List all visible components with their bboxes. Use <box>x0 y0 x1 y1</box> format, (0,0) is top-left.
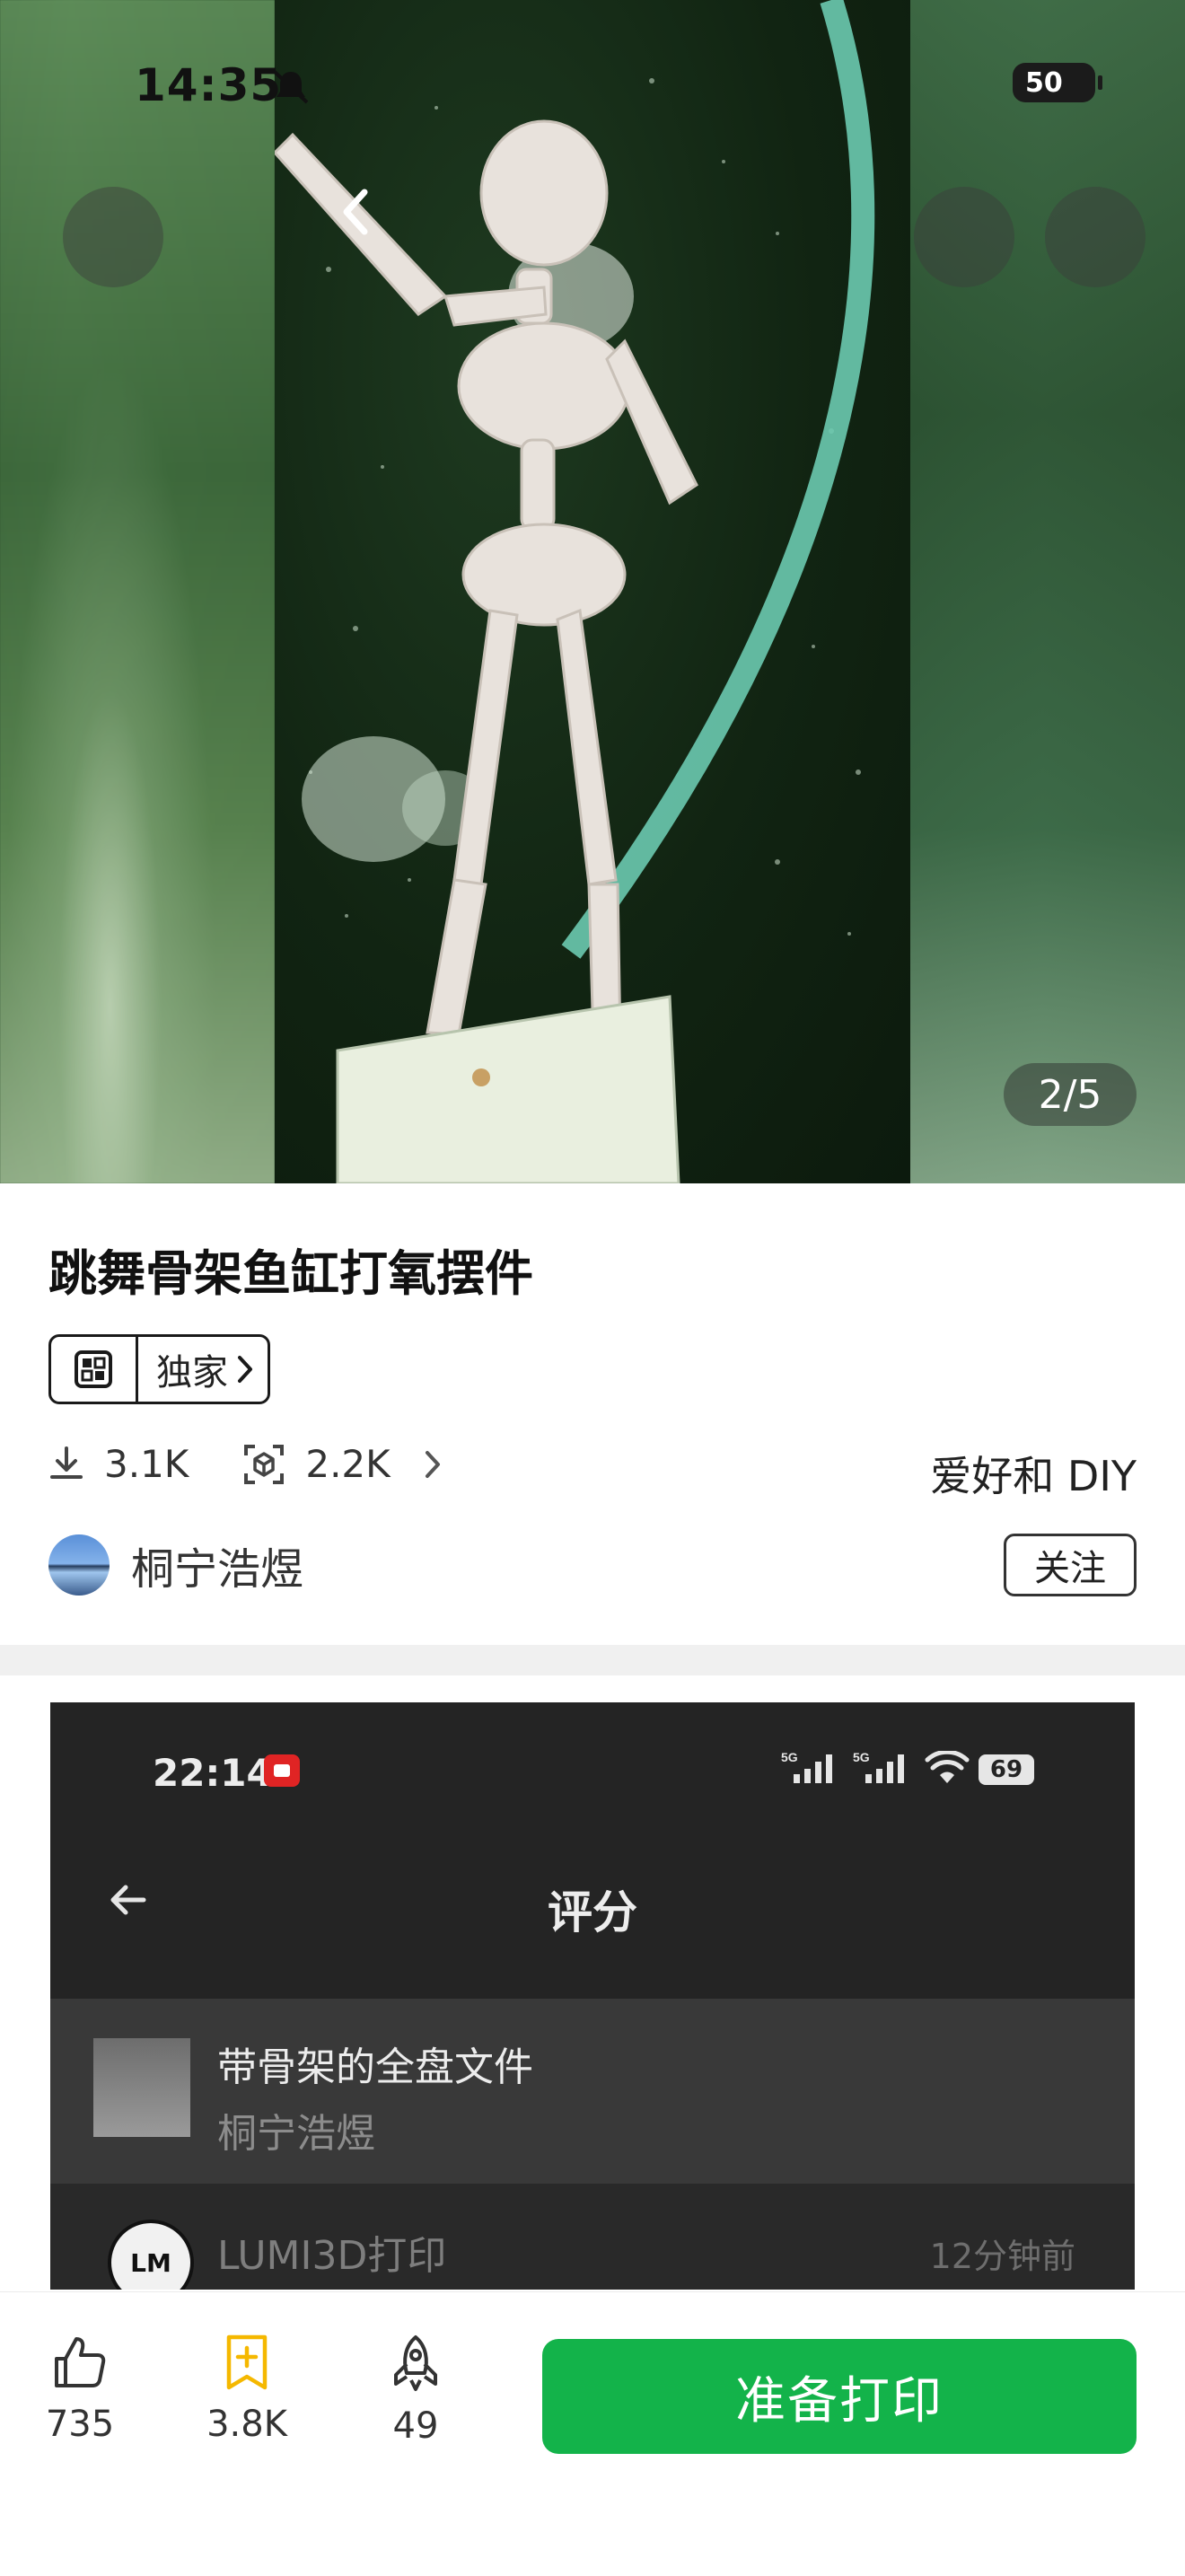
boost-button[interactable]: 49 <box>348 2334 483 2447</box>
chevron-right-icon <box>425 1450 440 1478</box>
status-time: 14:35 <box>135 59 283 111</box>
network-label-2: 5G <box>853 1750 870 1764</box>
collect-button[interactable]: 3.8K <box>180 2334 314 2445</box>
model-category[interactable]: 爱好和 DIY <box>930 1444 1137 1503</box>
bottom-action-bar: 735 3.8K 49 准备打印 <box>0 2291 1185 2576</box>
cube-pattern-icon <box>75 1350 112 1388</box>
battery-indicator: 50 <box>1013 63 1102 102</box>
5g-signal-icon: 5G <box>853 1750 904 1783</box>
prepare-print-button[interactable]: 准备打印 <box>542 2339 1137 2454</box>
wifi-icon <box>925 1751 970 1783</box>
embedded-status-indicators: 5G 5G 69 <box>781 1749 1034 1785</box>
model-stats: 3.1K 2.2K <box>48 1442 443 1486</box>
description-screenshot: 22:14 5G 5G 69 评分 带骨架的全盘文件 桐宁浩煜 LM LUMI3… <box>50 1702 1135 2290</box>
download-icon <box>50 1446 83 1479</box>
hero-blur-right <box>910 0 1185 1183</box>
back-arrow-icon <box>343 189 368 235</box>
exclusive-tag[interactable]: 独家 <box>48 1334 270 1404</box>
rocket-icon <box>394 2335 437 2391</box>
embedded-page-title: 评分 <box>548 1886 637 1939</box>
hero-blur-left <box>0 0 275 1183</box>
embedded-file-name: 带骨架的全盘文件 <box>217 2044 533 2090</box>
skeleton-photo-art <box>275 0 875 1183</box>
download-count-value: 3.1K <box>104 1442 189 1486</box>
follow-button[interactable]: 关注 <box>1004 1534 1137 1596</box>
embedded-commenter-name: LUMI3D打印 <box>217 2233 447 2279</box>
more-options-button[interactable] <box>1045 187 1146 287</box>
back-button[interactable] <box>63 187 368 287</box>
thumbs-up-icon <box>55 2337 106 2387</box>
carousel-page-indicator: 2/5 <box>1004 1063 1137 1126</box>
commenter-logo: LM <box>108 2220 194 2290</box>
5g-signal-icon: 5G <box>781 1750 832 1783</box>
share-button[interactable] <box>914 187 1014 287</box>
embedded-file-row: 带骨架的全盘文件 桐宁浩煜 <box>50 1999 1135 2184</box>
bookmark-add-icon <box>226 2334 268 2390</box>
network-label-1: 5G <box>781 1750 798 1764</box>
embedded-battery: 69 <box>979 1754 1034 1785</box>
download-count: 3.1K <box>48 1442 189 1486</box>
chevron-right-icon <box>238 1356 252 1383</box>
model-title: 跳舞骨架鱼缸打氧摆件 <box>48 1245 533 1302</box>
tag-label: 独家 <box>156 1352 228 1394</box>
embedded-comment-row: LM LUMI3D打印 12分钟前 <box>50 2184 1135 2290</box>
embedded-comment-time: 12分钟前 <box>929 2237 1075 2276</box>
screen-record-icon <box>264 1754 300 1787</box>
embedded-file-author: 桐宁浩煜 <box>217 2111 375 2157</box>
collect-count: 3.8K <box>206 2404 287 2445</box>
embedded-file-thumbnail <box>93 2038 190 2137</box>
boost-count: 49 <box>392 2405 439 2447</box>
like-button[interactable]: 735 <box>13 2334 147 2445</box>
bell-muted-icon <box>273 70 309 104</box>
tag-label-area: 独家 <box>138 1337 268 1402</box>
author-avatar[interactable] <box>48 1534 110 1596</box>
model-image-carousel[interactable]: 14:35 50 2/5 <box>0 0 1185 1183</box>
like-count: 735 <box>45 2404 115 2445</box>
author-name[interactable]: 桐宁浩煜 <box>131 1534 303 1596</box>
print-count[interactable]: 2.2K <box>242 1442 442 1486</box>
section-divider <box>0 1645 1185 1675</box>
3d-print-icon <box>244 1444 285 1484</box>
author-row[interactable]: 桐宁浩煜 <box>48 1534 303 1596</box>
status-indicators: 50 <box>1013 63 1102 102</box>
embedded-status-time: 22:14 <box>153 1751 273 1795</box>
tag-icon-box <box>51 1337 138 1402</box>
print-count-value: 2.2K <box>305 1442 391 1486</box>
